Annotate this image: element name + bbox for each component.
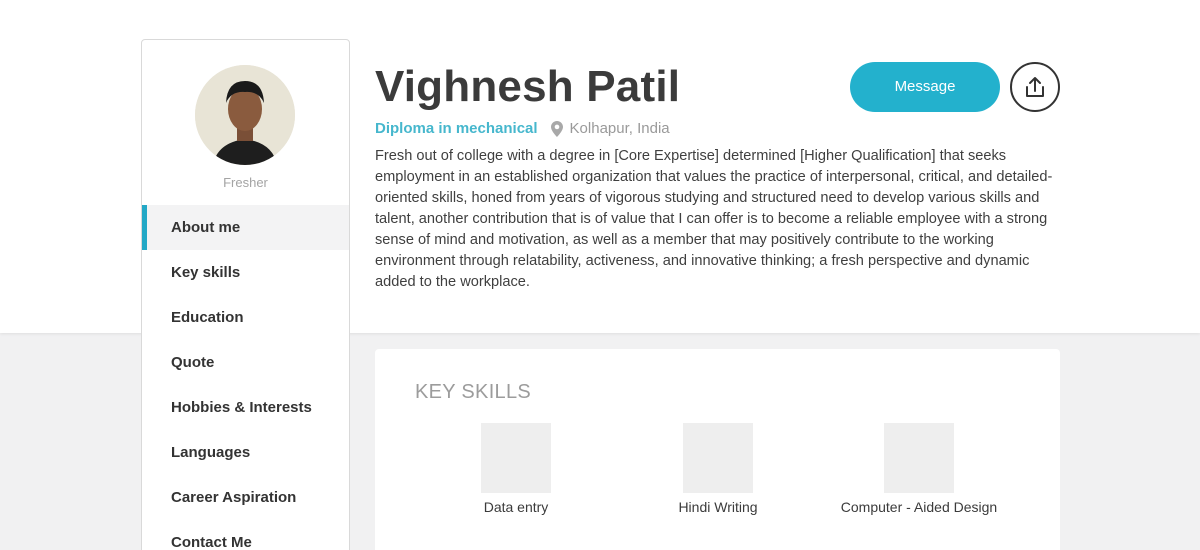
sidebar-item-quote[interactable]: Quote bbox=[142, 340, 349, 385]
sidebar-item-hobbies[interactable]: Hobbies & Interests bbox=[142, 385, 349, 430]
key-skills-card: KEY SKILLS Data entry Hindi Writing Comp… bbox=[375, 349, 1060, 550]
skill-label: Computer - Aided Design bbox=[840, 499, 998, 515]
location-pin-icon bbox=[550, 120, 563, 137]
profile-name: Vighnesh Patil bbox=[375, 62, 681, 111]
profile-qualification: Diploma in mechanical bbox=[375, 120, 538, 137]
sidebar-item-languages[interactable]: Languages bbox=[142, 430, 349, 475]
sidebar-item-career-aspiration[interactable]: Career Aspiration bbox=[142, 475, 349, 520]
profile-sidebar: Fresher About me Key skills Education Qu… bbox=[141, 39, 350, 550]
skill-image-placeholder bbox=[884, 423, 954, 493]
avatar bbox=[195, 65, 295, 165]
sidebar-nav: About me Key skills Education Quote Hobb… bbox=[142, 205, 349, 550]
sidebar-item-key-skills[interactable]: Key skills bbox=[142, 250, 349, 295]
key-skills-title: KEY SKILLS bbox=[415, 381, 532, 403]
skill-item: Computer - Aided Design bbox=[819, 423, 1019, 515]
skill-label: Hindi Writing bbox=[678, 499, 758, 515]
share-icon bbox=[1025, 76, 1045, 98]
skill-image-placeholder bbox=[481, 423, 551, 493]
profile-bio: Fresh out of college with a degree in [C… bbox=[375, 148, 1053, 290]
skill-item: Data entry bbox=[416, 423, 616, 515]
share-button[interactable] bbox=[1010, 62, 1060, 112]
profile-status: Fresher bbox=[223, 175, 268, 190]
message-button[interactable]: Message bbox=[850, 62, 1000, 112]
skill-label: Data entry bbox=[483, 499, 549, 515]
skill-item: Hindi Writing bbox=[618, 423, 818, 515]
sidebar-item-education[interactable]: Education bbox=[142, 295, 349, 340]
profile-location: Kolhapur, India bbox=[569, 120, 670, 137]
sidebar-item-about-me[interactable]: About me bbox=[142, 205, 349, 250]
profile-subline: Diploma in mechanical Kolhapur, India bbox=[375, 120, 670, 137]
sidebar-item-contact-me[interactable]: Contact Me bbox=[142, 520, 349, 550]
skill-image-placeholder bbox=[683, 423, 753, 493]
